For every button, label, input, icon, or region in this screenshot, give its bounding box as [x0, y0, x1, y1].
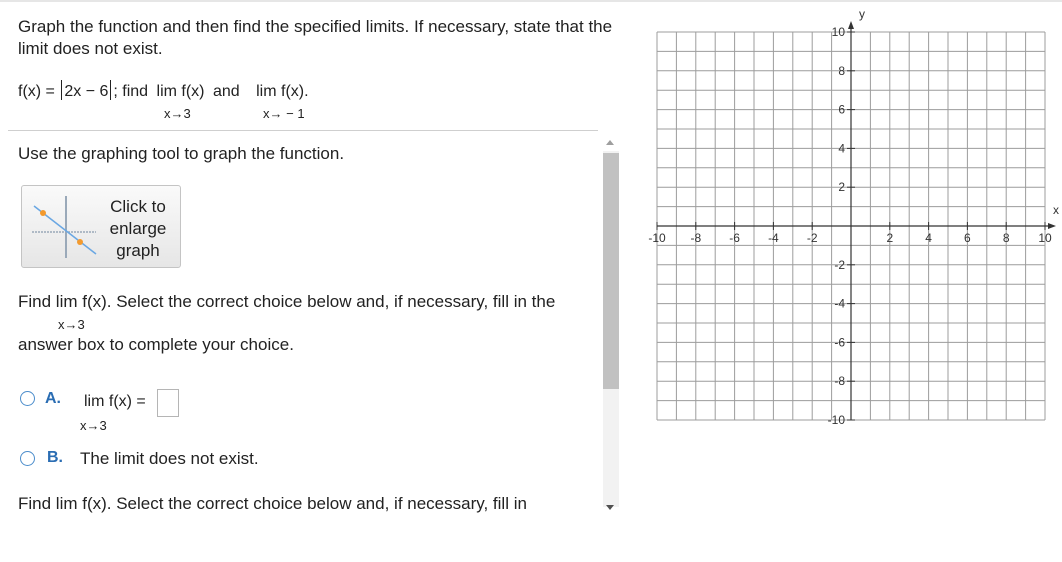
- answer-input-box[interactable]: [157, 389, 179, 417]
- choice-b-text: The limit does not exist.: [80, 449, 259, 468]
- abs-inner: 2x − 6: [64, 83, 109, 100]
- abs-bar-left: [61, 80, 63, 100]
- choice-a-radio[interactable]: [20, 391, 35, 406]
- y-tick-label: 10: [832, 25, 846, 39]
- find-limit-2-text: Find lim f(x). Select the correct choice…: [18, 494, 527, 513]
- function-statement: f(x) = 2x − 6; find lim f(x) and lim f(x…: [18, 80, 309, 101]
- x-tick-label: 8: [1003, 231, 1010, 245]
- function-prefix: f(x) =: [18, 83, 55, 100]
- y-tick-label: 6: [838, 103, 845, 117]
- y-tick-label: 8: [838, 64, 845, 78]
- enlarge-graph-label: Click to enlarge graph: [98, 196, 178, 262]
- and-word: and: [212, 83, 240, 100]
- x-axis-arrow-icon: [1048, 223, 1056, 229]
- y-axis-arrow-icon: [848, 21, 854, 29]
- find-limit-1-text: Find lim f(x). Select the correct choice…: [18, 292, 556, 311]
- intro-text: Graph the function and then find the spe…: [18, 17, 613, 58]
- enlarge-label-line3: graph: [116, 241, 160, 260]
- question-panel: Graph the function and then find the spe…: [0, 0, 622, 562]
- scroll-down-arrow-icon[interactable]: [606, 505, 614, 510]
- coordinate-grid[interactable]: -10 -8 -6 -4 -2 2 4 6 8 10 10 8 6 4 2 -2 -4 -6 -8 -10 x y: [640, 10, 1062, 450]
- enlarge-label-line1: Click to: [110, 197, 166, 216]
- enlarge-label-line2: enlarge: [109, 219, 167, 238]
- vertical-scrollbar[interactable]: [601, 137, 621, 521]
- y-tick-label: 4: [838, 141, 845, 155]
- find-limit-1-subscript: x→3: [58, 317, 85, 332]
- x-tick-label: 10: [1038, 231, 1052, 245]
- x-tick-label: 2: [886, 231, 893, 245]
- choice-a-limit: lim f(x) =: [84, 393, 146, 410]
- x-axis-label: x: [1053, 203, 1059, 217]
- y-tick-label: -8: [834, 374, 845, 388]
- x-tick-label: 4: [925, 231, 932, 245]
- abs-bar-right: [110, 80, 112, 100]
- y-tick-label: -2: [834, 258, 845, 272]
- y-tick-label: 2: [838, 180, 845, 194]
- limit-2-subscript: x→ − 1: [263, 106, 305, 121]
- limit-2: lim f(x).: [256, 83, 309, 100]
- x-tick-label: -6: [729, 231, 740, 245]
- limit-1: lim f(x): [156, 83, 205, 100]
- x-tick-label: -10: [648, 231, 666, 245]
- y-tick-label: -4: [834, 297, 845, 311]
- find-word: ; find: [113, 83, 149, 100]
- x-tick-label: -8: [690, 231, 701, 245]
- x-tick-label: -4: [768, 231, 779, 245]
- choice-b-letter: B.: [47, 449, 63, 466]
- find-limit-1-text-2: answer box to complete your choice.: [18, 335, 294, 354]
- y-tick-label: -10: [828, 413, 846, 427]
- choice-b-radio[interactable]: [20, 451, 35, 466]
- limit-1-subscript: x→3: [164, 106, 191, 121]
- x-tick-label: -2: [807, 231, 818, 245]
- scroll-up-arrow-icon[interactable]: [606, 140, 614, 145]
- choice-a-letter: A.: [45, 390, 61, 407]
- instruction-text: Use the graphing tool to graph the funct…: [18, 144, 345, 163]
- x-tick-label: 6: [964, 231, 971, 245]
- scrollbar-thumb[interactable]: [603, 153, 619, 389]
- choice-a-subscript: x→3: [80, 418, 107, 433]
- y-tick-label: -6: [834, 335, 845, 349]
- graph-thumbnail-icon: [32, 196, 97, 258]
- enlarge-graph-button[interactable]: Click to enlarge graph: [21, 185, 181, 268]
- y-axis-label: y: [859, 10, 865, 21]
